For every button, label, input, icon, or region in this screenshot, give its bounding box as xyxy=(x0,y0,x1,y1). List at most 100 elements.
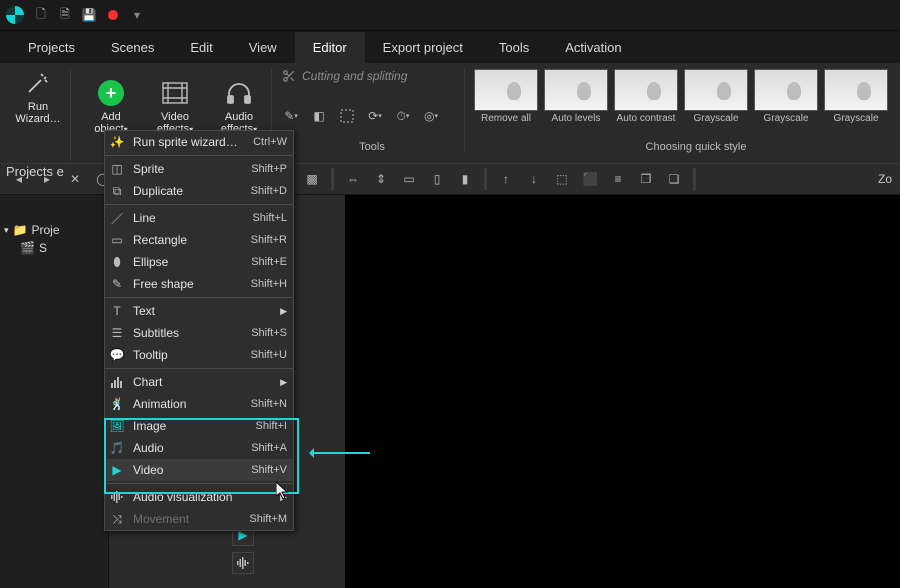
submenu-arrow-icon: ▶ xyxy=(280,306,287,317)
thumb-grayscale-2[interactable]: Grayscale xyxy=(755,69,817,124)
speed-tool-icon[interactable]: ⏱▾ xyxy=(394,107,412,125)
dd-animation[interactable]: 🕺 Animation Shift+N xyxy=(105,393,293,415)
titlebar: 🗋 🗎 💾 ▾ xyxy=(0,0,900,31)
film-icon xyxy=(161,79,189,107)
thumbs-scroll-down-icon[interactable]: ▾ xyxy=(895,93,900,115)
save-file-icon[interactable]: 💾 xyxy=(82,8,96,22)
submenu-arrow-icon: ▶ xyxy=(280,377,287,388)
wand-icon: ✨ xyxy=(109,134,125,150)
tb-separator xyxy=(331,168,334,190)
layers-icon[interactable]: ≡ xyxy=(607,168,629,190)
dd-image[interactable]: 🖼 Image Shift+I xyxy=(105,415,293,437)
dd-run-sprite-wizard[interactable]: ✨ Run sprite wizard… Ctrl+W xyxy=(105,131,293,153)
dd-subtitles[interactable]: ☰ Subtitles Shift+S xyxy=(105,322,293,344)
highlight-arrow-icon xyxy=(310,452,370,454)
ellipse-icon: ⬮ xyxy=(109,254,125,270)
dd-line[interactable]: ／ Line Shift+L xyxy=(105,207,293,229)
arrow-down-icon[interactable]: ↓ xyxy=(523,168,545,190)
crop-tool-icon[interactable]: ◧ xyxy=(310,107,328,125)
dd-duplicate[interactable]: ⧉ Duplicate Shift+D xyxy=(105,180,293,202)
side-eq-icon[interactable] xyxy=(232,552,254,574)
dd-text[interactable]: T Text ▶ xyxy=(105,300,293,322)
copy-style-icon[interactable]: ❐ xyxy=(635,168,657,190)
menu-export-project[interactable]: Export project xyxy=(365,32,481,63)
thumb-remove-all[interactable]: Remove all xyxy=(475,69,537,124)
dd-sprite[interactable]: ◫ Sprite Shift+P xyxy=(105,158,293,180)
fit-icon[interactable]: ▯ xyxy=(426,168,448,190)
menu-scenes[interactable]: Scenes xyxy=(93,32,172,63)
canvas-viewport xyxy=(345,195,900,588)
transform-tool-icon[interactable]: ◎▾ xyxy=(422,107,440,125)
thumb-auto-levels[interactable]: Auto levels xyxy=(545,69,607,124)
sprite-icon: ◫ xyxy=(109,161,125,177)
dd-audio[interactable]: 🎵 Audio Shift+A xyxy=(105,437,293,459)
distribute-h-icon[interactable]: ⇔ xyxy=(342,168,364,190)
rotate-tool-icon[interactable]: ⟳▾ xyxy=(366,107,384,125)
quick-dropdown-icon[interactable]: ▾ xyxy=(130,8,144,22)
align-bottom-icon[interactable]: ▩ xyxy=(301,168,323,190)
scene-icon: 🎬 xyxy=(20,241,35,255)
send-back-icon[interactable]: ⬛ xyxy=(579,168,601,190)
tooltip-icon: 💬 xyxy=(109,347,125,363)
distribute-v-icon[interactable]: ⇕ xyxy=(370,168,392,190)
headphones-icon xyxy=(225,79,253,107)
pen-tool-icon[interactable]: ✎▾ xyxy=(282,107,300,125)
free-shape-icon: ✎ xyxy=(109,276,125,292)
dd-free-shape[interactable]: ✎ Free shape Shift+H xyxy=(105,273,293,295)
text-icon: T xyxy=(109,303,125,319)
audio-icon: 🎵 xyxy=(109,440,125,456)
thumbs-scroll-up-icon[interactable]: ▴ xyxy=(895,69,900,91)
run-wizard-button[interactable]: RunWizard… xyxy=(8,69,68,141)
menu-view[interactable]: View xyxy=(231,32,295,63)
scissors-icon xyxy=(282,69,296,83)
project-icon: 📁 xyxy=(13,223,28,237)
record-icon[interactable] xyxy=(106,8,120,22)
audio-viz-icon xyxy=(109,489,125,505)
thumb-auto-contrast[interactable]: Auto contrast xyxy=(615,69,677,124)
menu-tools[interactable]: Tools xyxy=(481,32,547,63)
arrow-up-icon[interactable]: ↑ xyxy=(495,168,517,190)
menu-editor[interactable]: Editor xyxy=(295,32,365,63)
projects-tree: ▾ 📁 Proje 🎬 S xyxy=(0,195,109,588)
full-width-icon[interactable]: ▭ xyxy=(398,168,420,190)
duplicate-icon: ⧉ xyxy=(109,183,125,199)
dd-rectangle[interactable]: ▭ Rectangle Shift+R xyxy=(105,229,293,251)
projects-panel-label: Projects e xyxy=(6,164,64,179)
floating-side-tools: ▶ xyxy=(232,524,254,574)
dd-separator xyxy=(105,297,293,298)
thumb-grayscale-3[interactable]: Grayscale xyxy=(825,69,887,124)
subtitles-icon: ☰ xyxy=(109,325,125,341)
menu-activation[interactable]: Activation xyxy=(547,32,639,63)
tools-group-caption: Tools xyxy=(359,141,385,153)
dd-movement: ⤨ Movement Shift+M xyxy=(105,508,293,530)
bring-front-icon[interactable]: ⬚ xyxy=(551,168,573,190)
paste-style-icon[interactable]: ❏ xyxy=(663,168,685,190)
dd-separator xyxy=(105,155,293,156)
tree-expand-icon[interactable]: ▾ xyxy=(4,225,9,236)
plus-circle-icon: + xyxy=(97,79,125,107)
stretch-icon[interactable]: ▮ xyxy=(454,168,476,190)
animation-icon: 🕺 xyxy=(109,396,125,412)
dd-video[interactable]: ▶ Video Shift+V xyxy=(105,459,293,481)
tb-separator xyxy=(484,168,487,190)
open-file-icon[interactable]: 🗎 xyxy=(58,8,72,22)
menu-edit[interactable]: Edit xyxy=(172,32,230,63)
tree-child-scene[interactable]: 🎬 S xyxy=(20,239,104,257)
menubar: Projects Scenes Edit View Editor Export … xyxy=(0,31,900,63)
tb-close-icon[interactable]: ✕ xyxy=(64,168,86,190)
dd-chart[interactable]: Chart ▶ xyxy=(105,371,293,393)
thumb-grayscale-1[interactable]: Grayscale xyxy=(685,69,747,124)
chart-icon xyxy=(109,374,125,390)
tree-root[interactable]: ▾ 📁 Proje xyxy=(4,221,104,239)
wand-icon xyxy=(24,69,52,97)
line-icon: ／ xyxy=(109,210,125,226)
dd-ellipse[interactable]: ⬮ Ellipse Shift+E xyxy=(105,251,293,273)
new-file-icon[interactable]: 🗋 xyxy=(34,8,48,22)
video-icon: ▶ xyxy=(109,462,125,478)
rect-select-icon[interactable] xyxy=(338,107,356,125)
dd-tooltip[interactable]: 💬 Tooltip Shift+U xyxy=(105,344,293,366)
dd-audio-visualization[interactable]: Audio visualization ▶ xyxy=(105,486,293,508)
menu-projects[interactable]: Projects xyxy=(10,32,93,63)
dd-separator xyxy=(105,483,293,484)
dd-separator xyxy=(105,204,293,205)
